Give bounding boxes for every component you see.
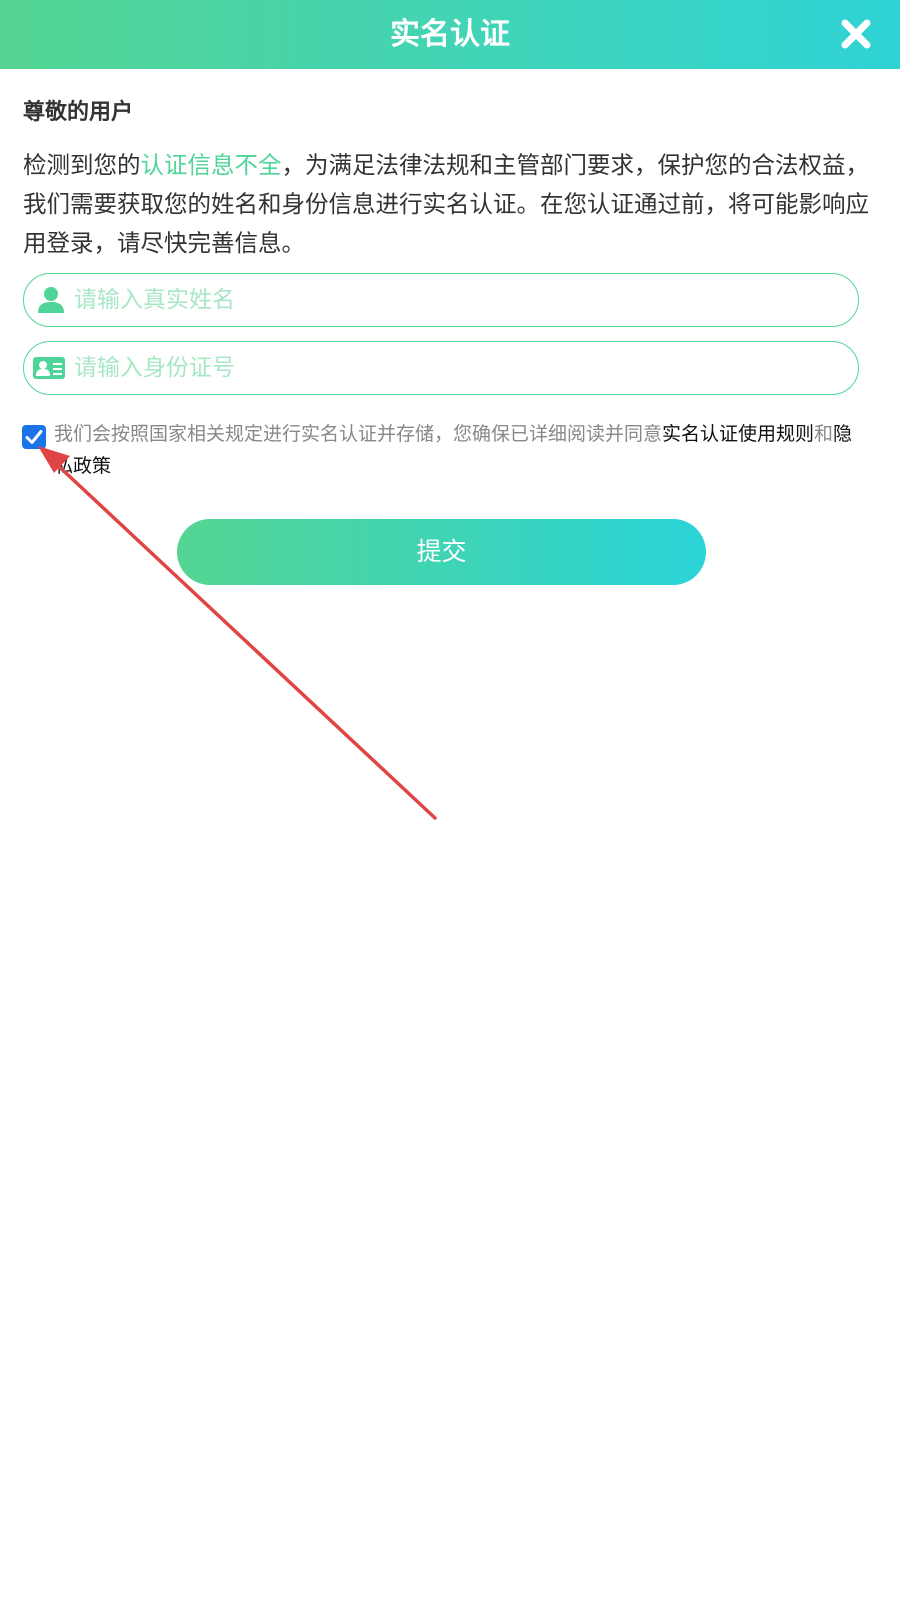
id-number-input[interactable] bbox=[74, 342, 834, 394]
name-field[interactable] bbox=[23, 273, 859, 327]
notice-part1: 检测到您的 bbox=[23, 151, 141, 179]
agreement-conjunction: 和 bbox=[814, 423, 834, 445]
header-bar: 实名认证 bbox=[0, 0, 900, 69]
verification-notice: 检测到您的认证信息不全，为满足法律法规和主管部门要求，保护您的合法权益，我们需要… bbox=[23, 146, 878, 263]
user-icon bbox=[38, 287, 64, 313]
id-card-icon bbox=[33, 357, 65, 379]
id-field[interactable] bbox=[23, 341, 859, 395]
agreement-text: 我们会按照国家相关规定进行实名认证并存储，您确保已详细阅读并同意实名认证使用规则… bbox=[54, 418, 864, 482]
close-button[interactable] bbox=[838, 16, 874, 52]
rules-link[interactable]: 实名认证使用规则 bbox=[662, 423, 814, 445]
greeting-text: 尊敬的用户 bbox=[23, 100, 134, 125]
agreement-statement: 我们会按照国家相关规定进行实名认证并存储，您确保已详细阅读并同意 bbox=[54, 423, 663, 445]
close-icon bbox=[841, 19, 871, 49]
submit-button[interactable]: 提交 bbox=[177, 519, 706, 585]
agreement-checkbox[interactable] bbox=[22, 425, 46, 449]
checkmark-icon bbox=[25, 430, 43, 444]
name-input[interactable] bbox=[74, 274, 834, 326]
annotation-arrow-line bbox=[50, 458, 437, 820]
notice-highlight: 认证信息不全 bbox=[140, 151, 282, 179]
page-title: 实名认证 bbox=[390, 17, 510, 52]
